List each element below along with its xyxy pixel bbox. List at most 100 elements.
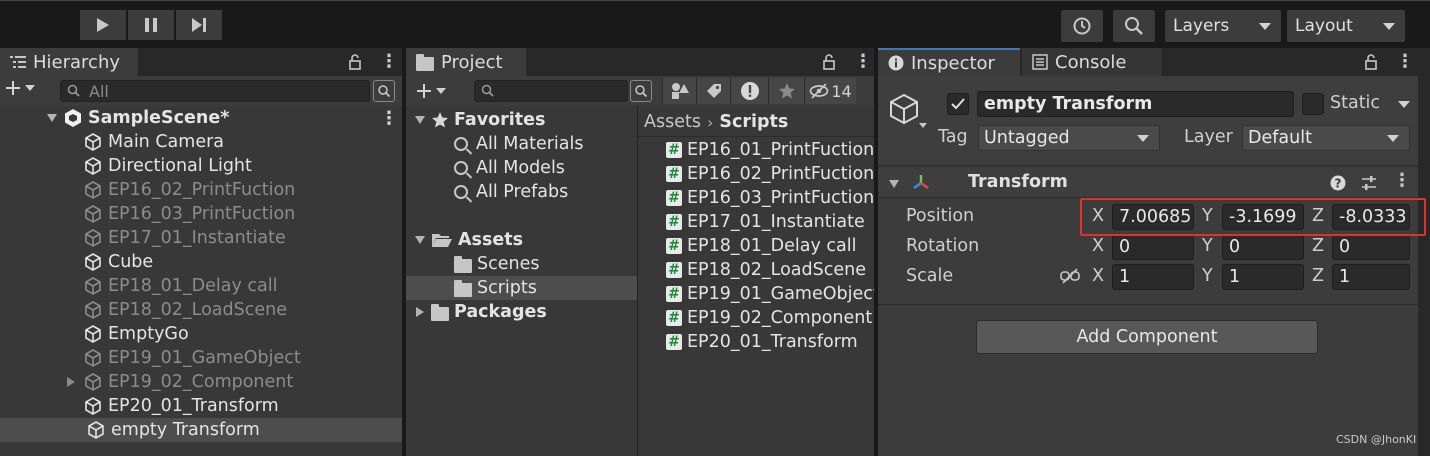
hierarchy-item[interactable]: Directional Light [66, 154, 252, 178]
packages-row[interactable]: Packages [414, 300, 547, 324]
more-menu-icon[interactable]: ⋮ [854, 51, 872, 72]
folder-row-scripts[interactable]: Scripts [406, 276, 637, 300]
rotation-y-field[interactable]: 0 [1222, 234, 1304, 260]
log-filter-button[interactable] [730, 78, 768, 104]
assets-row[interactable]: Assets [414, 228, 523, 252]
script-file-item[interactable]: # EP19_02_Component [666, 306, 872, 330]
layout-dropdown[interactable]: Layout [1287, 10, 1405, 42]
active-checkbox[interactable] [947, 93, 969, 115]
filter-by-type-button[interactable] [662, 78, 696, 104]
script-file-item[interactable]: # EP16_01_PrintFuction [666, 138, 874, 162]
scale-z-field[interactable]: 1 [1332, 264, 1410, 290]
hierarchy-item[interactable]: EP19_02_Component [66, 370, 293, 394]
scene-row[interactable]: SampleScene* [46, 106, 402, 130]
transform-component-header[interactable]: Transform ? ⋮ [878, 168, 1418, 198]
script-file-item[interactable]: # EP16_03_PrintFuction [666, 186, 874, 210]
y-axis-label[interactable]: Y [1202, 236, 1213, 256]
x-axis-label[interactable]: X [1092, 236, 1104, 256]
hierarchy-item[interactable]: empty Transform [0, 418, 402, 442]
favorite-button[interactable] [768, 78, 804, 104]
rotation-x-field[interactable]: 0 [1112, 234, 1194, 260]
more-menu-icon[interactable]: ⋮ [380, 51, 398, 72]
filter-by-label-button[interactable] [696, 78, 730, 104]
hierarchy-item[interactable]: EmptyGo [66, 322, 189, 346]
script-file-item[interactable]: # EP18_02_LoadScene [666, 258, 866, 282]
tab-console[interactable]: Console [1022, 48, 1162, 76]
add-component-button[interactable]: Add Component [976, 320, 1318, 354]
position-z-field[interactable]: -8.0333 [1332, 204, 1410, 230]
hierarchy-item[interactable]: EP18_01_Delay call [66, 274, 277, 298]
y-axis-label[interactable]: Y [1202, 266, 1213, 286]
tab-project[interactable]: Project [406, 48, 526, 76]
search-button[interactable] [1113, 10, 1155, 42]
scale-x-field[interactable]: 1 [1112, 264, 1194, 290]
y-axis-label[interactable]: Y [1202, 206, 1213, 226]
folder-row-scenes[interactable]: Scenes [454, 252, 539, 276]
search-mode-toggle[interactable] [630, 80, 652, 102]
hierarchy-item[interactable]: Main Camera [66, 130, 224, 154]
step-button[interactable] [176, 10, 222, 40]
script-file-item[interactable]: # EP18_01_Delay call [666, 234, 856, 258]
favorite-item[interactable]: All Materials [454, 132, 583, 156]
history-button[interactable] [1061, 10, 1103, 42]
hierarchy-item[interactable]: EP16_03_PrintFuction [66, 202, 295, 226]
favorites-row[interactable]: Favorites [414, 108, 545, 132]
constrain-proportions-icon[interactable] [1060, 267, 1080, 290]
hierarchy-item[interactable]: EP20_01_Transform [66, 394, 279, 418]
lock-icon[interactable] [822, 53, 836, 70]
gameobject-cube-icon[interactable] [888, 92, 930, 132]
script-file-item[interactable]: # EP16_02_PrintFuction [666, 162, 874, 186]
component-menu-icon[interactable]: ⋮ [1393, 170, 1411, 191]
create-button[interactable] [416, 83, 446, 99]
inspector-scrollbar[interactable] [1418, 48, 1430, 456]
breadcrumb-root[interactable]: Assets [644, 112, 701, 132]
tab-inspector[interactable]: Inspector [878, 48, 1020, 76]
z-axis-label[interactable]: Z [1312, 266, 1324, 286]
expand-triangle-icon[interactable] [46, 112, 58, 124]
static-dropdown-icon[interactable] [1398, 101, 1410, 108]
script-file-item[interactable]: # EP19_01_GameObject [666, 282, 874, 306]
expand-triangle-icon[interactable] [414, 114, 426, 126]
static-checkbox[interactable] [1302, 93, 1324, 115]
hidden-packages-toggle[interactable]: 14 [804, 78, 856, 104]
hierarchy-item[interactable]: Cube [66, 250, 153, 274]
hierarchy-item[interactable]: EP19_01_GameObject [66, 346, 301, 370]
preset-sliders-icon[interactable] [1360, 174, 1378, 192]
z-axis-label[interactable]: Z [1312, 206, 1324, 226]
lock-icon[interactable] [348, 53, 362, 70]
create-button[interactable] [5, 80, 35, 96]
breadcrumb-current[interactable]: Scripts [719, 112, 788, 132]
foldout-triangle-icon[interactable] [888, 178, 900, 190]
project-search-input[interactable] [474, 80, 628, 102]
hierarchy-item[interactable]: EP18_02_LoadScene [66, 298, 287, 322]
lock-icon[interactable] [1364, 53, 1378, 70]
layers-dropdown[interactable]: Layers [1165, 10, 1281, 42]
layer-dropdown[interactable]: Default [1242, 125, 1410, 151]
hierarchy-item[interactable]: EP16_02_PrintFuction [66, 178, 295, 202]
hierarchy-search-input[interactable]: All [60, 80, 370, 102]
collapse-triangle-icon[interactable] [66, 376, 76, 388]
collapse-triangle-icon[interactable] [414, 306, 426, 318]
x-axis-label[interactable]: X [1092, 266, 1104, 286]
position-y-field[interactable]: -3.1699 [1222, 204, 1304, 230]
hierarchy-item[interactable]: EP17_01_Instantiate [66, 226, 286, 250]
script-file-item[interactable]: # EP17_01_Instantiate [666, 210, 865, 234]
favorite-item[interactable]: All Models [454, 156, 565, 180]
scale-y-field[interactable]: 1 [1222, 264, 1304, 290]
position-x-field[interactable]: 7.00685 [1112, 204, 1194, 230]
pause-button[interactable] [128, 10, 174, 40]
tab-hierarchy[interactable]: Hierarchy [0, 48, 138, 76]
expand-triangle-icon[interactable] [414, 234, 426, 246]
scene-menu-icon[interactable]: ⋮ [380, 106, 398, 130]
scene-search-toggle[interactable] [373, 80, 395, 102]
rotation-z-field[interactable]: 0 [1332, 234, 1410, 260]
z-axis-label[interactable]: Z [1312, 236, 1324, 256]
help-icon[interactable]: ? [1330, 175, 1346, 191]
script-file-item[interactable]: # EP20_01_Transform [666, 330, 858, 354]
favorite-item[interactable]: All Prefabs [454, 180, 568, 204]
play-button[interactable] [80, 10, 126, 40]
x-axis-label[interactable]: X [1092, 206, 1104, 226]
more-menu-icon[interactable]: ⋮ [1396, 51, 1414, 72]
tag-dropdown[interactable]: Untagged [978, 125, 1160, 151]
object-name-field[interactable]: empty Transform [977, 91, 1294, 117]
